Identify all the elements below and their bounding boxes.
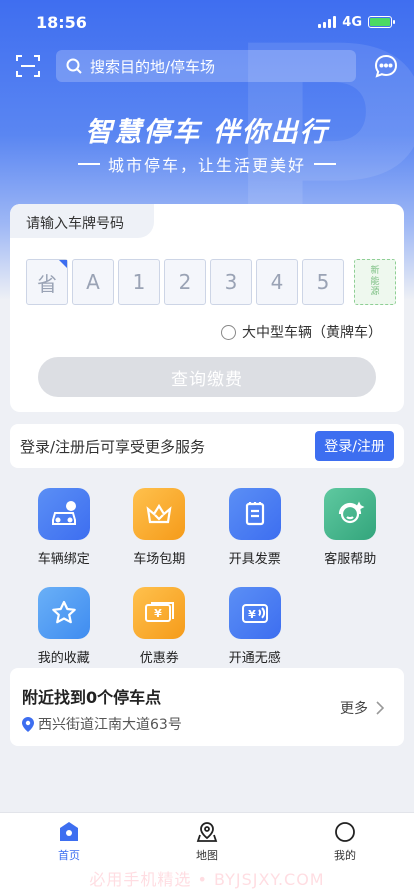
nearby-address: 西兴街道江南大道63号	[22, 714, 392, 734]
plate-cell-new-energy[interactable]: 新能源	[354, 259, 396, 305]
service-help[interactable]: 客服帮助	[303, 488, 399, 567]
login-banner: 登录/注册后可享受更多服务 登录/注册	[10, 424, 404, 468]
nearby-parking-card[interactable]: 附近找到0个停车点 西兴街道江南大道63号 更多	[10, 668, 404, 746]
battery-icon	[368, 16, 395, 28]
home-icon	[60, 822, 78, 841]
login-prompt: 登录/注册后可享受更多服务	[20, 437, 206, 456]
plate-cell-province[interactable]: 省	[26, 259, 68, 305]
status-bar: 18:56 4G	[0, 0, 414, 44]
signal-icon	[318, 16, 337, 28]
plate-cell[interactable]: 3	[210, 259, 252, 305]
tab-label: 地图	[196, 849, 218, 862]
query-pay-button[interactable]: 查询缴费	[38, 357, 376, 397]
top-nav: 搜索目的地/停车场	[0, 48, 414, 84]
chevron-right-icon	[376, 701, 384, 715]
status-time: 18:56	[36, 12, 87, 32]
plate-cell[interactable]: 4	[256, 259, 298, 305]
more-label: 更多	[340, 701, 368, 717]
plate-cell[interactable]: 1	[118, 259, 160, 305]
login-register-button[interactable]: 登录/注册	[315, 431, 394, 461]
service-label: 车场包期	[133, 552, 186, 567]
nearby-address-text: 西兴街道江南大道63号	[38, 717, 182, 733]
plate-input-card: 请输入车牌号码 省 A 1 2 3 4 5 新能源 大中型车辆（黄牌车） 查询缴…	[10, 204, 404, 412]
profile-icon	[335, 822, 355, 842]
location-pin-icon	[22, 716, 34, 732]
headset-icon	[324, 488, 377, 540]
tab-label: 我的	[334, 849, 356, 862]
new-energy-label: 新能源	[370, 266, 380, 298]
tab-label: 首页	[58, 849, 80, 862]
service-car-bind[interactable]: P 车辆绑定	[16, 488, 112, 567]
svg-text:¥: ¥	[154, 607, 162, 620]
service-label: 客服帮助	[324, 552, 377, 567]
service-lot-period[interactable]: 车场包期	[112, 488, 208, 567]
watermark-text: 必用手机精选 • BYJSJXY.COM	[89, 870, 325, 889]
message-icon[interactable]	[372, 52, 400, 80]
truck-option-label: 大中型车辆（黄牌车）	[242, 325, 382, 341]
service-auto-pay[interactable]: ¥ 开通无感	[207, 587, 303, 666]
service-label: 车辆绑定	[37, 552, 90, 567]
truck-option[interactable]: 大中型车辆（黄牌车）	[221, 322, 382, 342]
card-icon: ¥	[228, 587, 281, 639]
svg-text:P: P	[68, 502, 74, 511]
service-coupon[interactable]: ¥ 优惠券	[112, 587, 208, 666]
radio-icon[interactable]	[221, 324, 236, 340]
service-favorites[interactable]: 我的收藏	[16, 587, 112, 666]
car-bind-icon: P	[37, 488, 90, 540]
search-input[interactable]: 搜索目的地/停车场	[56, 50, 356, 82]
hero-subtitle: 城市停车，让生活更美好	[0, 152, 414, 176]
scan-icon[interactable]	[14, 52, 42, 80]
svg-text:¥: ¥	[248, 608, 256, 621]
plate-cell[interactable]: 5	[302, 259, 344, 305]
more-link[interactable]: 更多	[340, 698, 384, 718]
plate-cell[interactable]: A	[72, 259, 114, 305]
star-icon	[37, 587, 90, 639]
service-label: 开具发票	[228, 552, 281, 567]
plate-cell[interactable]: 2	[164, 259, 206, 305]
service-grid: P 车辆绑定 车场包期 开具发票 客服帮助 我的收藏 ¥ 优惠券 ¥ 开通无感	[16, 488, 398, 666]
nearby-title: 附近找到0个停车点	[22, 688, 162, 707]
coupon-icon: ¥	[133, 587, 186, 639]
search-icon	[66, 58, 82, 74]
service-label: 我的收藏	[37, 651, 90, 666]
plate-cells: 省 A 1 2 3 4 5 新能源	[26, 259, 396, 305]
hero-title: 智慧停车 伴你出行	[85, 117, 329, 148]
invoice-icon	[228, 488, 281, 540]
service-label: 优惠券	[139, 651, 179, 666]
crown-icon	[133, 488, 186, 540]
plate-tab-label: 请输入车牌号码	[10, 204, 154, 238]
search-placeholder: 搜索目的地/停车场	[90, 57, 216, 76]
status-indicators: 4G	[318, 14, 395, 30]
service-invoice[interactable]: 开具发票	[207, 488, 303, 567]
network-type: 4G	[342, 14, 362, 30]
service-label: 开通无感	[228, 651, 281, 666]
map-icon	[196, 822, 218, 842]
hero-subtitle-text: 城市停车，让生活更美好	[107, 156, 306, 175]
